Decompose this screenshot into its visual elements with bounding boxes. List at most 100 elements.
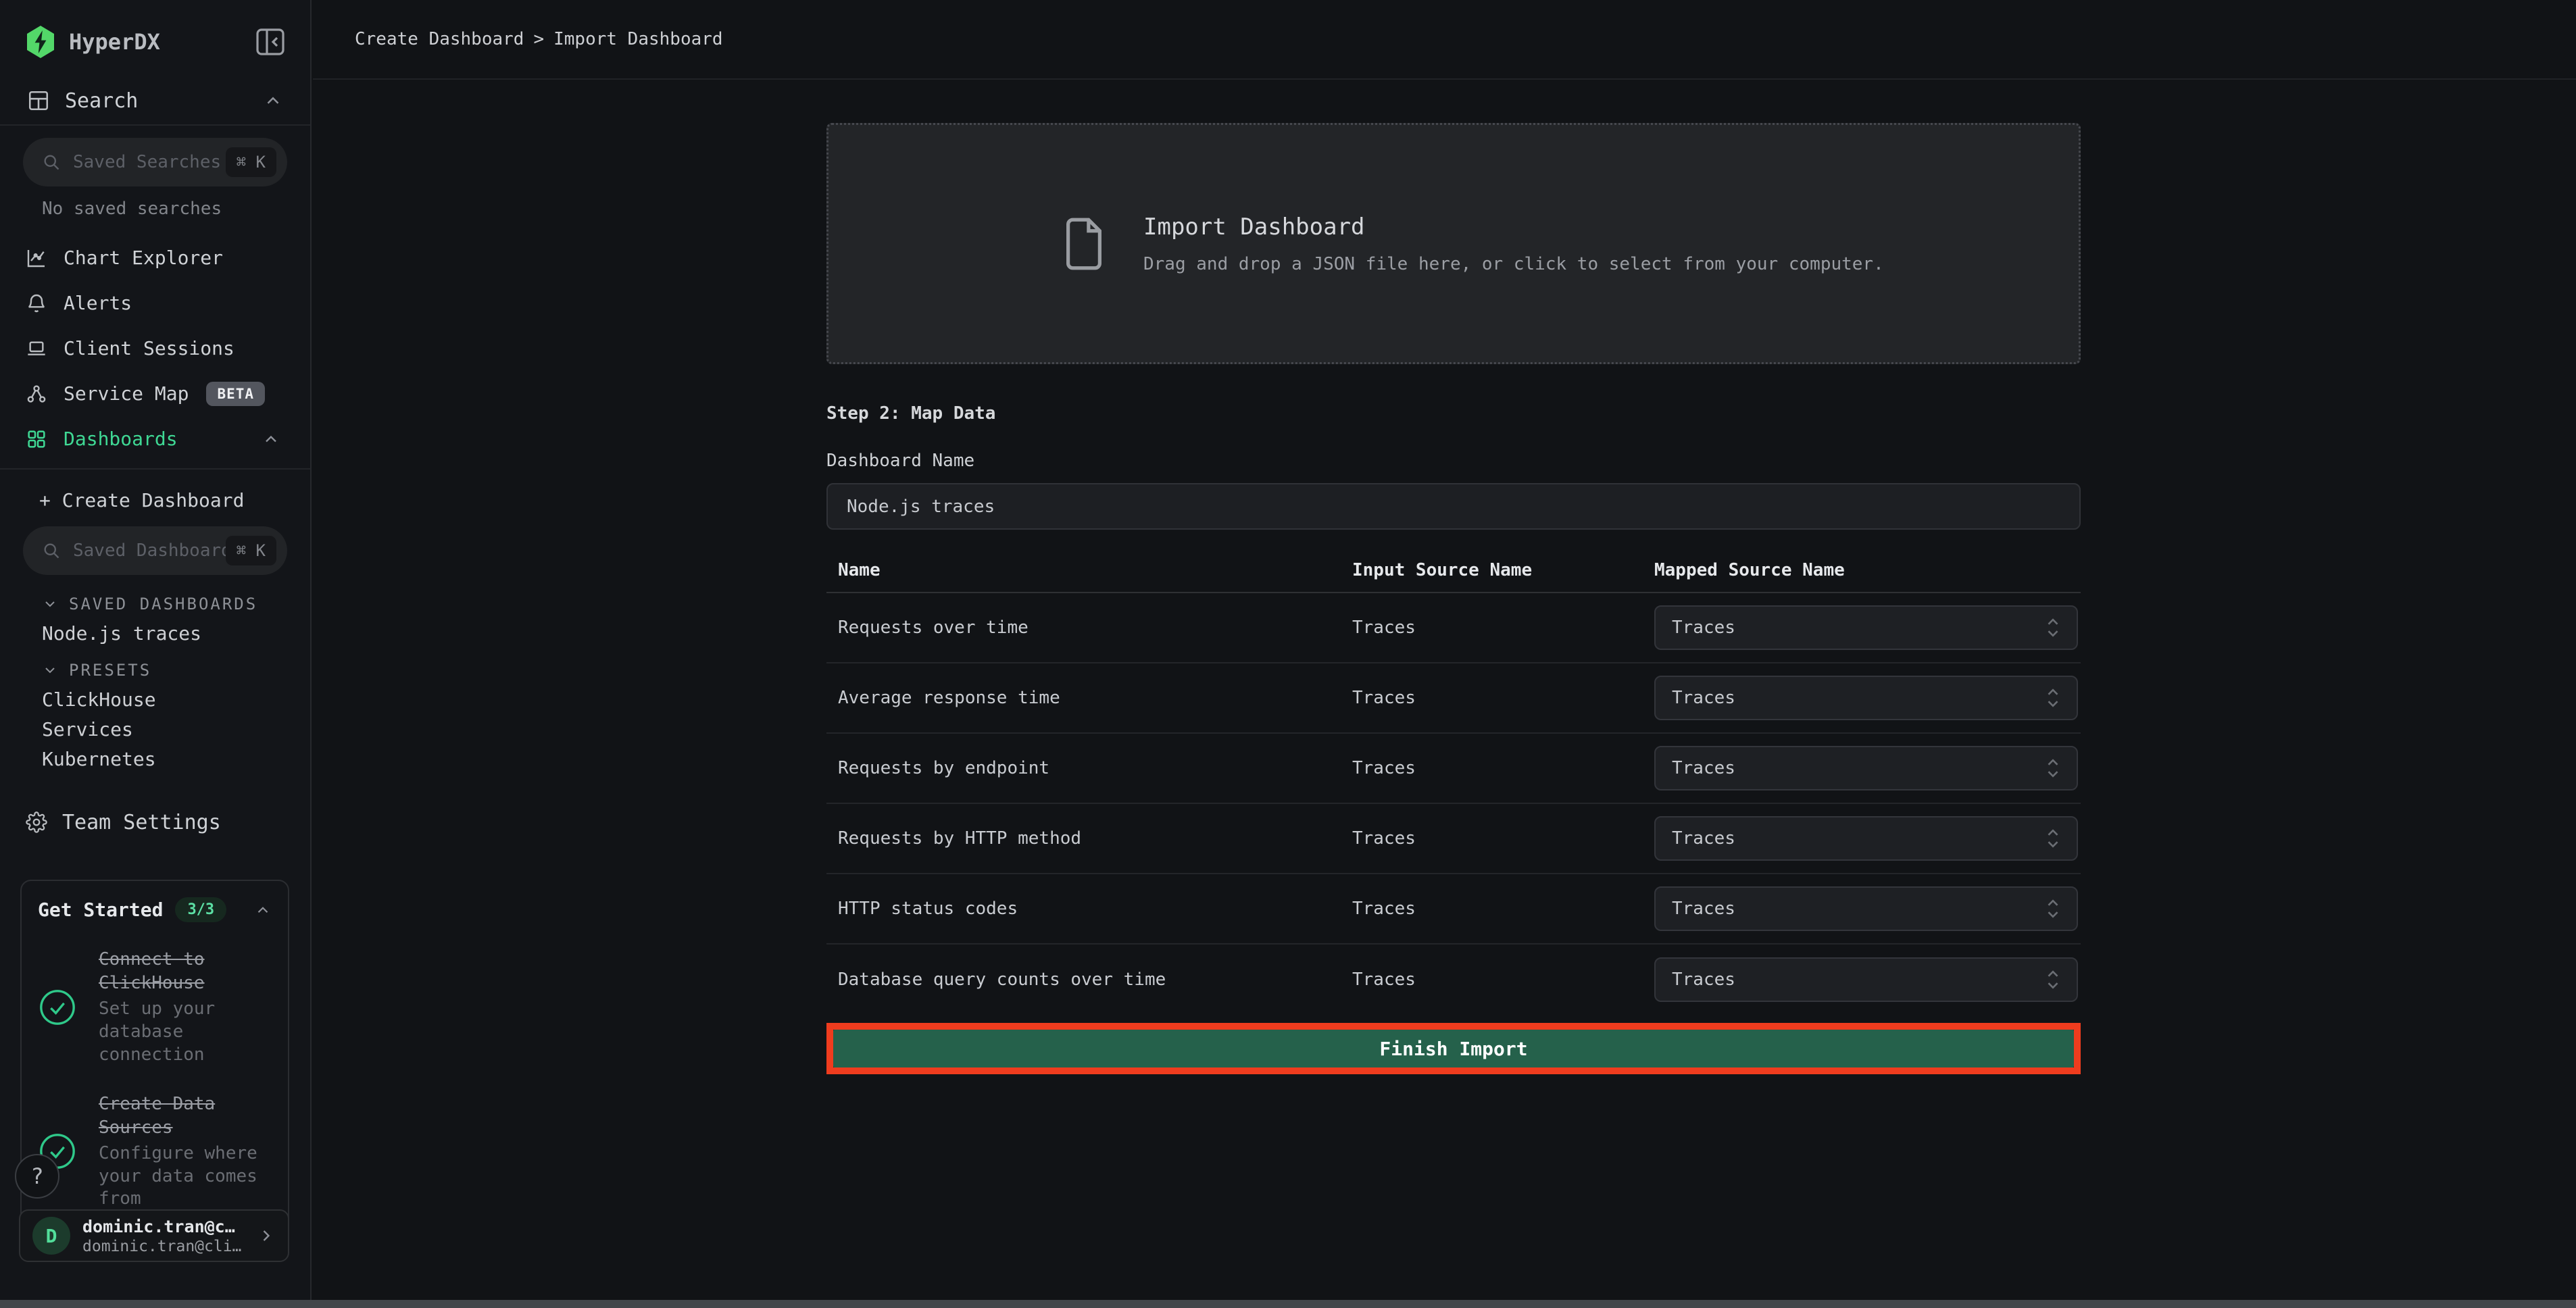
row-name: Requests by HTTP method [838,828,1352,849]
saved-dashboards-input[interactable] [73,540,226,561]
sidebar-preset-services[interactable]: Services [0,714,310,744]
get-started-item-title: Create Data Sources [99,1092,261,1140]
saved-dashboards-shortcut: ⌘ K [226,536,276,565]
laptop-icon [26,338,47,359]
row-name: Database query counts over time [838,970,1352,990]
mapped-source-select[interactable]: Traces [1654,886,2078,931]
mapping-table: Name Input Source Name Mapped Source Nam… [826,549,2081,1015]
get-started-title: Get Started [38,899,163,921]
mapped-source-select[interactable]: Traces [1654,957,2078,1002]
beta-badge: BETA [206,382,265,406]
chevron-right-icon [257,1226,276,1245]
user-account-card[interactable]: D dominic.tran@c… dominic.tran@cli… [19,1209,289,1262]
selected-source-value: Traces [1672,618,2046,638]
saved-searches-input[interactable] [73,152,226,172]
group-header-label: PRESETS [69,661,151,680]
get-started-header[interactable]: Get Started 3/3 [38,897,272,922]
get-started-item-desc: Set up your database connection [99,998,261,1066]
sidebar-item-alerts[interactable]: Alerts [0,280,310,326]
table-header-row: Name Input Source Name Mapped Source Nam… [826,549,2081,592]
no-saved-searches-note: No saved searches [0,199,310,219]
chevron-up-icon[interactable] [254,901,272,919]
brand-title: HyperDX [69,29,255,55]
saved-dashboards-searchbox[interactable]: ⌘ K [23,526,287,575]
finish-import-highlight: Finish Import [826,1023,2081,1074]
row-input-source: Traces [1352,758,1654,778]
sidebar-item-dashboards[interactable]: Dashboards [0,416,310,461]
collapse-sidebar-icon[interactable] [255,27,286,57]
chevron-up-icon[interactable] [262,430,280,449]
row-input-source: Traces [1352,828,1654,849]
avatar: D [32,1217,70,1255]
sidebar-preset-clickhouse[interactable]: ClickHouse [0,684,310,714]
selected-source-value: Traces [1672,688,2046,708]
dropzone-title: Import Dashboard [1143,213,1884,241]
table-row: Requests by endpoint Traces Traces [826,734,2081,804]
search-icon [42,153,61,172]
select-chevrons-icon [2046,616,2060,639]
chevron-down-icon [42,596,58,612]
sidebar: HyperDX Search ⌘ K [0,0,312,1308]
sidebar-item-service-map[interactable]: Service Map BETA [0,371,310,416]
saved-searches-searchbox[interactable]: ⌘ K [23,138,287,186]
group-saved-dashboards[interactable]: SAVED DASHBOARDS [0,590,310,618]
get-started-progress-badge: 3/3 [175,897,226,922]
sidebar-item-search[interactable]: Search [0,77,310,124]
sidebar-item-client-sessions[interactable]: Client Sessions [0,326,310,371]
brand-row: HyperDX [0,0,310,59]
mapped-source-select[interactable]: Traces [1654,746,2078,790]
chart-explorer-icon [26,247,47,269]
dashboards-grid-icon [26,428,47,450]
get-started-item-connect[interactable]: Connect to ClickHouse Set up your databa… [38,948,272,1067]
finish-import-button[interactable]: Finish Import [833,1030,2074,1067]
dashboards-section: + Create Dashboard ⌘ K SAVED DASHBOARDS … [0,483,310,774]
column-header-mapped-source: Mapped Source Name [1654,560,2081,580]
sidebar-item-chart-explorer[interactable]: Chart Explorer [0,235,310,280]
chevron-down-icon [42,662,58,678]
selected-source-value: Traces [1672,758,2046,778]
hyperdx-logo-icon [24,24,57,59]
row-name: HTTP status codes [838,899,1352,919]
breadcrumb-import-dashboard: Import Dashboard [553,29,722,49]
main-area: Create Dashboard>Import Dashboard Import… [313,0,2576,1308]
bell-icon [26,293,47,314]
table-row: Requests by HTTP method Traces Traces [826,804,2081,874]
nav-label: Dashboards [64,428,178,450]
select-chevrons-icon [2046,827,2060,850]
selected-source-value: Traces [1672,828,2046,849]
divider [0,124,310,126]
help-button[interactable]: ? [15,1154,59,1199]
select-chevrons-icon [2046,968,2060,991]
sidebar-item-team-settings[interactable]: Team Settings [0,802,310,842]
row-name: Requests by endpoint [838,758,1352,778]
table-row: Requests over time Traces Traces [826,593,2081,663]
nav-label: Alerts [64,292,132,314]
service-map-icon [26,383,47,405]
chevron-up-icon[interactable] [263,91,283,111]
mapped-source-select[interactable]: Traces [1654,605,2078,650]
mapped-source-select[interactable]: Traces [1654,816,2078,861]
horizontal-scrollbar[interactable] [0,1300,2576,1308]
group-presets[interactable]: PRESETS [0,656,310,684]
question-mark-icon: ? [30,1163,43,1189]
sidebar-nav: Chart Explorer Alerts Client Sessions [0,235,310,461]
get-started-item-sources[interactable]: Create Data Sources Configure where your… [38,1092,272,1211]
dashboard-name-label: Dashboard Name [826,451,2081,471]
breadcrumb-separator: > [524,29,553,49]
topbar: Create Dashboard>Import Dashboard [313,0,2576,80]
sidebar-dashboard-nodejs-traces[interactable]: Node.js traces [0,618,310,648]
mapped-source-select[interactable]: Traces [1654,676,2078,720]
row-name: Requests over time [838,618,1352,638]
breadcrumb-create-dashboard[interactable]: Create Dashboard [355,29,524,49]
json-dropzone[interactable]: Import Dashboard Drag and drop a JSON fi… [826,123,2081,364]
saved-searches-shortcut: ⌘ K [226,147,276,177]
dashboard-name-input[interactable] [826,483,2081,530]
sidebar-preset-kubernetes[interactable]: Kubernetes [0,744,310,774]
row-input-source: Traces [1352,688,1654,708]
selected-source-value: Traces [1672,970,2046,990]
group-header-label: SAVED DASHBOARDS [69,595,257,613]
table-icon [27,89,50,112]
create-dashboard-button[interactable]: + Create Dashboard [0,483,310,517]
select-chevrons-icon [2046,897,2060,920]
select-chevrons-icon [2046,686,2060,709]
